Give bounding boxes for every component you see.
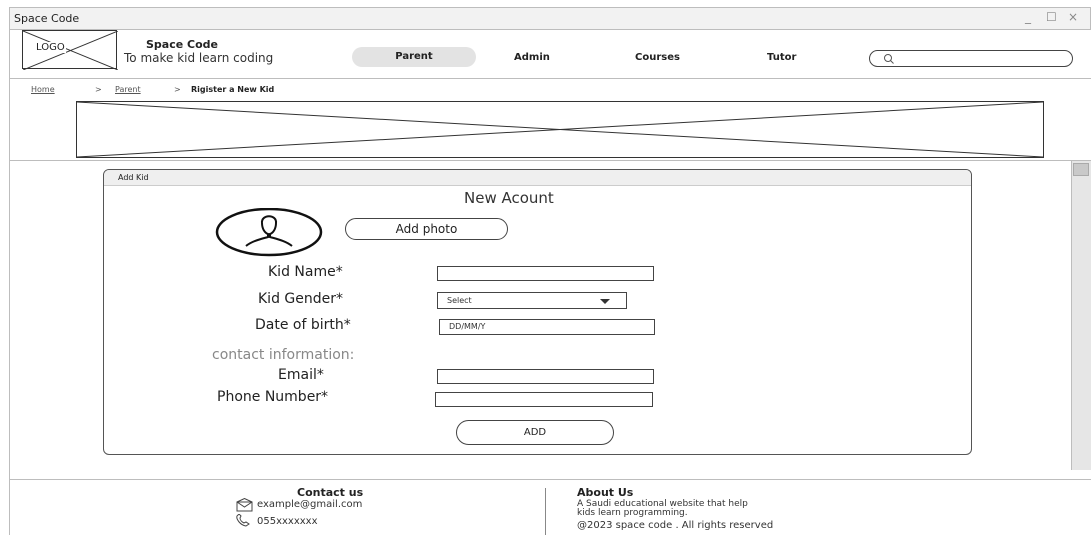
nav-admin[interactable]: Admin bbox=[514, 52, 550, 63]
logo-text: LOGO bbox=[35, 42, 66, 53]
search-input[interactable] bbox=[869, 50, 1073, 67]
email-input[interactable] bbox=[437, 369, 654, 384]
banner-image bbox=[76, 101, 1044, 158]
caret-down-icon bbox=[600, 299, 610, 304]
breadcrumb-home[interactable]: Home bbox=[31, 85, 55, 94]
panel-header: Add Kid bbox=[104, 170, 971, 186]
nav-tutor[interactable]: Tutor bbox=[767, 52, 796, 63]
nav-courses[interactable]: Courses bbox=[635, 52, 680, 63]
image-placeholder-icon bbox=[76, 101, 1044, 158]
panel-title: Add Kid bbox=[118, 173, 149, 182]
window-titlebar: Space Code _ ☐ × bbox=[9, 7, 1091, 30]
close-button[interactable]: × bbox=[1068, 10, 1078, 24]
phone-label: Phone Number* bbox=[217, 389, 329, 405]
contact-email[interactable]: example@gmail.com bbox=[257, 499, 362, 510]
phone-icon bbox=[236, 514, 250, 527]
kid-gender-select[interactable]: Select bbox=[437, 292, 627, 309]
form-heading: New Acount bbox=[464, 189, 554, 207]
nav-parent[interactable]: Parent bbox=[352, 47, 476, 67]
add-photo-button[interactable]: Add photo bbox=[345, 218, 508, 240]
footer-divider bbox=[9, 479, 1091, 480]
brand-name: Space Code bbox=[146, 38, 218, 51]
email-label: Email* bbox=[278, 367, 324, 383]
kid-name-input[interactable] bbox=[437, 266, 654, 281]
contact-info-heading: contact information: bbox=[212, 347, 355, 363]
brand-tagline: To make kid learn coding bbox=[124, 51, 274, 65]
breadcrumb-separator: > bbox=[174, 85, 181, 94]
user-avatar-icon bbox=[215, 208, 323, 257]
envelope-icon bbox=[236, 498, 253, 512]
scrollbar-thumb[interactable] bbox=[1073, 163, 1089, 176]
date-of-birth-input[interactable]: DD/MM/Y bbox=[439, 319, 655, 335]
header-divider bbox=[9, 78, 1091, 79]
phone-input[interactable] bbox=[435, 392, 653, 407]
copyright: @2023 space code . All rights reserved bbox=[577, 520, 774, 531]
breadcrumb-parent[interactable]: Parent bbox=[115, 85, 141, 94]
logo[interactable]: LOGO bbox=[22, 30, 118, 70]
content-divider bbox=[9, 160, 1091, 161]
footer-vertical-divider bbox=[545, 488, 546, 535]
about-text-line2: kids learn programming. bbox=[577, 508, 688, 518]
window-title: Space Code bbox=[14, 12, 80, 25]
maximize-button[interactable]: ☐ bbox=[1046, 10, 1057, 24]
scrollbar[interactable] bbox=[1071, 161, 1091, 470]
kid-gender-label: Kid Gender* bbox=[258, 291, 343, 307]
breadcrumb-separator: > bbox=[95, 85, 102, 94]
date-of-birth-label: Date of birth* bbox=[255, 317, 351, 333]
breadcrumb-current: Rigister a New Kid bbox=[191, 85, 275, 94]
about-us-title: About Us bbox=[577, 486, 634, 499]
contact-us-title: Contact us bbox=[297, 486, 364, 499]
minimize-button[interactable]: _ bbox=[1025, 10, 1031, 24]
contact-phone[interactable]: 055xxxxxxx bbox=[257, 516, 318, 527]
kid-name-label: Kid Name* bbox=[268, 264, 343, 280]
search-icon bbox=[884, 54, 894, 64]
add-button[interactable]: ADD bbox=[456, 420, 614, 445]
